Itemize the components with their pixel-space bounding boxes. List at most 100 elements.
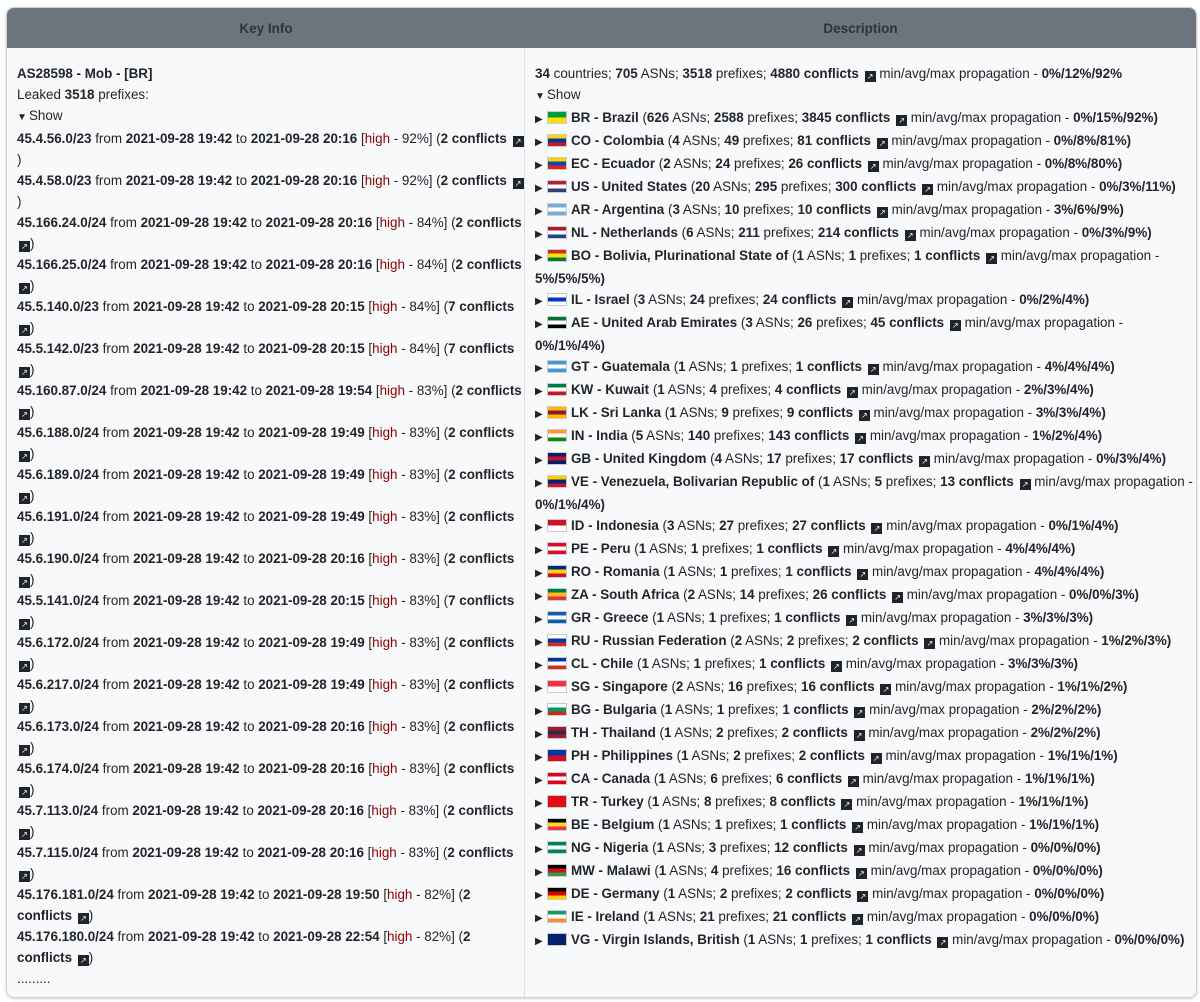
caret-right-icon[interactable]: ▶: [535, 517, 547, 538]
external-link-icon[interactable]: ↗: [19, 619, 30, 630]
external-link-icon[interactable]: ↗: [922, 184, 934, 195]
country-item[interactable]: ▶ US - United States (20 ASNs; 295 prefix…: [535, 176, 1196, 199]
prefix[interactable]: 45.4.58.0/23: [17, 173, 91, 188]
prefix[interactable]: 45.6.217.0/24: [17, 677, 99, 692]
external-link-icon[interactable]: ↗: [855, 868, 867, 879]
external-link-icon[interactable]: ↗: [867, 364, 879, 375]
external-link-icon[interactable]: ↗: [924, 638, 936, 649]
external-link-icon[interactable]: ↗: [867, 161, 879, 172]
prefix[interactable]: 45.6.191.0/24: [17, 509, 99, 524]
caret-right-icon[interactable]: ▶: [535, 404, 547, 425]
caret-right-icon[interactable]: ▶: [535, 427, 547, 448]
caret-right-icon[interactable]: ▶: [535, 862, 547, 883]
country-item[interactable]: ▶ NG - Nigeria (1 ASNs; 3 prefixes; 12 co…: [535, 837, 1196, 860]
external-link-icon[interactable]: ↗: [828, 546, 840, 557]
caret-right-icon[interactable]: ▶: [535, 314, 547, 335]
caret-right-icon[interactable]: ▶: [535, 563, 547, 584]
external-link-icon[interactable]: ↗: [77, 955, 89, 966]
country-item[interactable]: ▶ BE - Belgium (1 ASNs; 1 prefixes; 1 con…: [535, 814, 1196, 837]
country-item[interactable]: ▶ BO - Bolivia, Plurinational State of (1…: [535, 245, 1196, 289]
prefix[interactable]: 45.7.113.0/24: [17, 803, 98, 818]
external-link-icon[interactable]: ↗: [19, 577, 30, 588]
caret-right-icon[interactable]: ▶: [535, 632, 547, 653]
caret-right-icon[interactable]: ▶: [535, 358, 547, 379]
external-link-icon[interactable]: ↗: [19, 325, 30, 336]
external-link-icon[interactable]: ↗: [512, 178, 524, 189]
country-item[interactable]: ▶ CO - Colombia (4 ASNs; 49 prefixes; 81 …: [535, 130, 1196, 153]
prefix[interactable]: 45.7.115.0/24: [17, 845, 98, 860]
country-item[interactable]: ▶ IN - India (5 ASNs; 140 prefixes; 143 c…: [535, 425, 1196, 448]
country-item[interactable]: ▶ BG - Bulgaria (1 ASNs; 1 prefixes; 1 co…: [535, 699, 1196, 722]
external-link-icon[interactable]: ↗: [841, 799, 853, 810]
external-link-icon[interactable]: ↗: [19, 493, 30, 504]
country-item[interactable]: ▶ PE - Peru (1 ASNs; 1 prefixes; 1 confli…: [535, 538, 1196, 561]
caret-right-icon[interactable]: ▶: [535, 885, 547, 906]
prefix[interactable]: 45.5.142.0/23: [17, 341, 99, 356]
caret-right-icon[interactable]: ▶: [535, 201, 547, 222]
prefix[interactable]: 45.5.141.0/24: [17, 593, 99, 608]
external-link-icon[interactable]: ↗: [847, 776, 859, 787]
prefix[interactable]: 45.6.174.0/24: [17, 761, 99, 776]
country-item[interactable]: ▶ CA - Canada (1 ASNs; 6 prefixes; 6 conf…: [535, 768, 1196, 791]
prefix[interactable]: 45.6.190.0/24: [17, 551, 99, 566]
external-link-icon[interactable]: ↗: [853, 845, 865, 856]
country-item[interactable]: ▶ SG - Singapore (2 ASNs; 16 prefixes; 16…: [535, 676, 1196, 699]
country-item[interactable]: ▶ PH - Philippines (1 ASNs; 2 prefixes; 2…: [535, 745, 1196, 768]
country-item[interactable]: ▶ BR - Brazil (626 ASNs; 2588 prefixes; 3…: [535, 107, 1196, 130]
external-link-icon[interactable]: ↗: [853, 730, 865, 741]
prefix[interactable]: 45.176.180.0/24: [17, 929, 114, 944]
country-item[interactable]: ▶ IL - Israel (3 ASNs; 24 prefixes; 24 co…: [535, 289, 1196, 312]
external-link-icon[interactable]: ↗: [852, 822, 864, 833]
external-link-icon[interactable]: ↗: [904, 230, 916, 241]
external-link-icon[interactable]: ↗: [512, 136, 524, 147]
country-item[interactable]: ▶ NL - Netherlands (6 ASNs; 211 prefixes;…: [535, 222, 1196, 245]
country-item[interactable]: ▶ TH - Thailand (1 ASNs; 2 prefixes; 2 co…: [535, 722, 1196, 745]
external-link-icon[interactable]: ↗: [880, 684, 892, 695]
country-item[interactable]: ▶ EC - Ecuador (2 ASNs; 24 prefixes; 26 c…: [535, 153, 1196, 176]
caret-right-icon[interactable]: ▶: [535, 724, 547, 745]
external-link-icon[interactable]: ↗: [870, 753, 882, 764]
prefix[interactable]: 45.5.140.0/23: [17, 299, 99, 314]
caret-right-icon[interactable]: ▶: [535, 839, 547, 860]
external-link-icon[interactable]: ↗: [876, 138, 888, 149]
external-link-icon[interactable]: ↗: [864, 71, 876, 82]
caret-right-icon[interactable]: ▶: [535, 816, 547, 837]
caret-right-icon[interactable]: ▶: [535, 655, 547, 676]
external-link-icon[interactable]: ↗: [854, 707, 866, 718]
caret-right-icon[interactable]: ▶: [535, 747, 547, 768]
prefix[interactable]: 45.160.87.0/24: [17, 383, 106, 398]
country-item[interactable]: ▶ RO - Romania (1 ASNs; 1 prefixes; 1 con…: [535, 561, 1196, 584]
country-item[interactable]: ▶ MW - Malawi (1 ASNs; 4 prefixes; 16 con…: [535, 860, 1196, 883]
country-item[interactable]: ▶ CL - Chile (1 ASNs; 1 prefixes; 1 confl…: [535, 653, 1196, 676]
caret-right-icon[interactable]: ▶: [535, 224, 547, 245]
external-link-icon[interactable]: ↗: [871, 523, 883, 534]
external-link-icon[interactable]: ↗: [19, 451, 30, 462]
country-item[interactable]: ▶ IE - Ireland (1 ASNs; 21 prefixes; 21 c…: [535, 906, 1196, 929]
header-description[interactable]: Description: [525, 8, 1196, 48]
external-link-icon[interactable]: ↗: [77, 913, 89, 924]
external-link-icon[interactable]: ↗: [19, 241, 30, 252]
caret-right-icon[interactable]: ▶: [535, 473, 547, 494]
external-link-icon[interactable]: ↗: [19, 367, 30, 378]
country-item[interactable]: ▶ TR - Turkey (1 ASNs; 8 prefixes; 8 conf…: [535, 791, 1196, 814]
external-link-icon[interactable]: ↗: [919, 456, 931, 467]
external-link-icon[interactable]: ↗: [846, 387, 858, 398]
header-key-info[interactable]: Key Info: [7, 8, 525, 48]
external-link-icon[interactable]: ↗: [937, 937, 949, 948]
country-item[interactable]: ▶ ID - Indonesia (3 ASNs; 27 prefixes; 27…: [535, 515, 1196, 538]
country-item[interactable]: ▶ KW - Kuwait (1 ASNs; 4 prefixes; 4 conf…: [535, 379, 1196, 402]
caret-right-icon[interactable]: ▶: [535, 586, 547, 607]
external-link-icon[interactable]: ↗: [857, 891, 869, 902]
caret-right-icon[interactable]: ▶: [535, 291, 547, 312]
external-link-icon[interactable]: ↗: [19, 787, 30, 798]
external-link-icon[interactable]: ↗: [846, 615, 858, 626]
external-link-icon[interactable]: ↗: [19, 871, 30, 882]
external-link-icon[interactable]: ↗: [896, 115, 908, 126]
caret-right-icon[interactable]: ▶: [535, 540, 547, 561]
country-item[interactable]: ▶ GR - Greece (1 ASNs; 1 prefixes; 1 conf…: [535, 607, 1196, 630]
caret-right-icon[interactable]: ▶: [535, 908, 547, 929]
show-toggle[interactable]: ▼ Show: [17, 105, 524, 128]
external-link-icon[interactable]: ↗: [852, 914, 864, 925]
country-item[interactable]: ▶ AE - United Arab Emirates (3 ASNs; 26 p…: [535, 312, 1196, 356]
country-item[interactable]: ▶ GT - Guatemala (1 ASNs; 1 prefixes; 1 c…: [535, 356, 1196, 379]
